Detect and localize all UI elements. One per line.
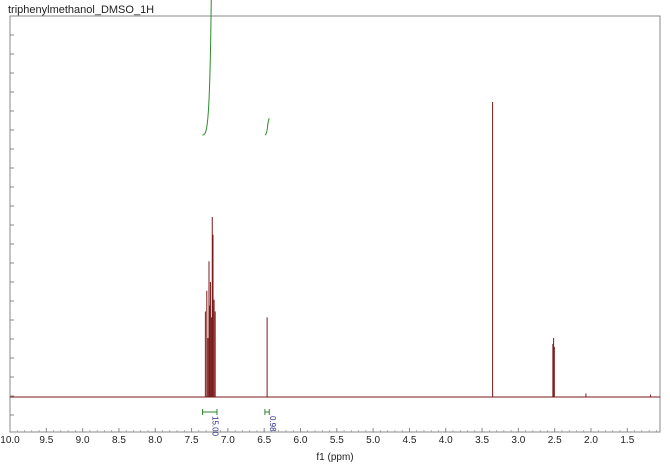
x-tick-label: 4.5 (402, 435, 416, 446)
x-tick-label: 5.5 (330, 435, 344, 446)
x-tick-label: 2.5 (548, 435, 562, 446)
integral-value-label: 15.00 (211, 416, 220, 437)
x-tick-label: 9.5 (39, 435, 53, 446)
x-tick-label: 10.0 (0, 435, 20, 446)
integral-value-label: 0.98 (268, 416, 277, 432)
x-tick-label: 5.0 (366, 435, 380, 446)
integral-curve (264, 118, 270, 136)
x-tick-label: 4.0 (439, 435, 453, 446)
integral-curve (202, 0, 212, 136)
x-tick-label: 3.5 (475, 435, 489, 446)
x-tick-label: 2.0 (584, 435, 598, 446)
nmr-spectrum-chart: 15.00 0.98 10.0 9.5 9.0 8.5 8.0 7.5 7.0 6.5 6.0 5.… (0, 0, 661, 463)
x-axis-title: f1 (ppm) (316, 452, 353, 463)
x-tick-label: 9.0 (76, 435, 90, 446)
plot-frame (9, 15, 661, 433)
peak-layer (204, 102, 652, 397)
x-tick-label: 8.0 (148, 435, 162, 446)
x-axis: 10.0 9.5 9.0 8.5 8.0 7.5 7.0 6.5 6.0 5.5 5.0 4.5 4.0… (0, 428, 657, 446)
x-tick-label: 6.5 (257, 435, 271, 446)
x-tick-label: 7.0 (221, 435, 235, 446)
x-tick-label: 3.0 (511, 435, 525, 446)
x-tick-label: 7.5 (185, 435, 199, 446)
x-tick-label: 8.5 (112, 435, 126, 446)
x-tick-label: 6.0 (294, 435, 308, 446)
plot-border (9, 15, 661, 433)
x-tick-label: 1.5 (620, 435, 634, 446)
